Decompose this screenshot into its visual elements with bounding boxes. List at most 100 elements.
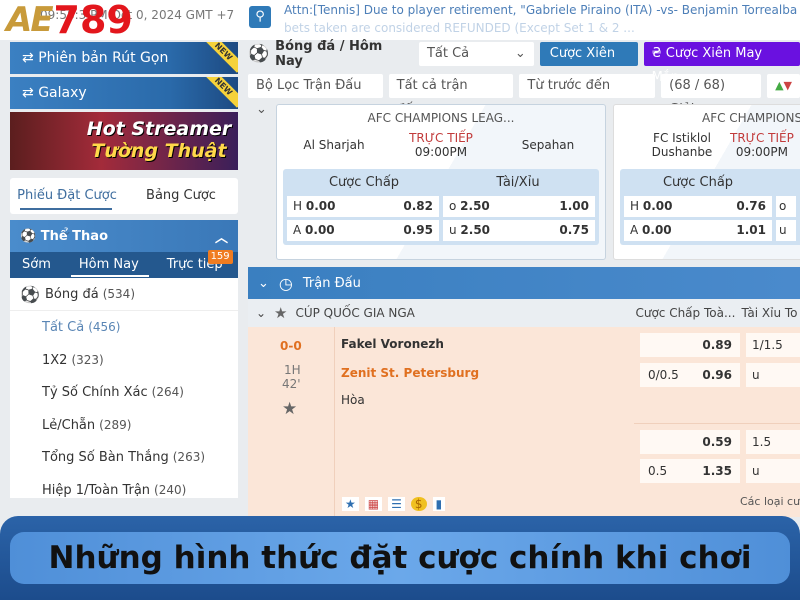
time-filter[interactable]: Từ trước đến nay⌄ bbox=[519, 74, 656, 117]
price: 1.35 bbox=[702, 464, 732, 478]
handicap-header: Cược Chấp bbox=[328, 175, 400, 190]
line: 0.00 bbox=[642, 199, 673, 213]
item-count: (289) bbox=[99, 417, 132, 432]
more-bet-types-link[interactable]: Các loại cược bbox=[740, 495, 800, 508]
select-value: Tất Cả bbox=[426, 46, 470, 61]
tab-early[interactable]: Sớm bbox=[10, 252, 63, 278]
tab-bet-list[interactable]: Bảng Cược bbox=[124, 178, 238, 214]
soccer-ball-icon: ⚽ bbox=[248, 44, 270, 64]
list-icon[interactable]: ☰ bbox=[388, 497, 405, 511]
chevron-down-icon: ⌄ bbox=[258, 275, 269, 291]
sport-soccer[interactable]: ⚽ Bóng đá (534) bbox=[10, 278, 238, 311]
away-team: Zenit St. Petersburg bbox=[341, 366, 480, 380]
odds-cell[interactable]: o bbox=[776, 196, 796, 217]
match-row: 0-0 1H 42' ★ Fakel Voronezh Zenit St. Pe… bbox=[248, 327, 800, 517]
home-team: Fakel Voronezh bbox=[341, 337, 444, 351]
away-team: Sepahan bbox=[521, 138, 575, 152]
odds-cell[interactable]: A 0.00 1.01 bbox=[624, 220, 772, 241]
odds-cell[interactable]: 1/1.5 bbox=[746, 333, 800, 357]
market-item-correct-score[interactable]: Tỷ Số Chính Xác (264) bbox=[10, 376, 238, 409]
odds-cell[interactable]: H 0.00 0.76 bbox=[624, 196, 772, 217]
chevron-up-icon[interactable]: ︿ bbox=[215, 227, 228, 246]
all-matches-filter[interactable]: Tất cả trận đấu⌄ bbox=[388, 74, 514, 117]
odds-cell[interactable]: 0.59 bbox=[640, 430, 740, 454]
sport-label: Bóng đá bbox=[45, 286, 99, 302]
match-period: 1H bbox=[284, 363, 301, 377]
league-count-button[interactable]: (68 / 68) Giải bbox=[661, 74, 762, 117]
select-value: Bộ Lọc Trận Đấu bbox=[256, 78, 362, 93]
sort-icon[interactable]: ▲▼ bbox=[767, 74, 800, 98]
lucky-parlay-button[interactable]: ₴ Cược Xiên May Mắn bbox=[643, 42, 800, 85]
market-item-1x2[interactable]: 1X2 (323) bbox=[10, 344, 238, 377]
odds-cell[interactable]: A 0.00 0.95 bbox=[287, 220, 439, 241]
chevron-down-icon: ⌄ bbox=[514, 46, 526, 61]
handicap-header: Cược Chấp bbox=[662, 175, 734, 190]
match-score: 0-0 bbox=[280, 339, 302, 353]
sports-title: Thể Thao bbox=[40, 228, 109, 244]
odds-cell[interactable]: 0.89 bbox=[640, 333, 740, 357]
promo-galaxy[interactable]: ⇄ Galaxy NEW bbox=[10, 77, 238, 109]
odds-cell[interactable]: 0/0.5 0.96 bbox=[640, 363, 740, 387]
button-label: Cược Xiên bbox=[549, 46, 616, 61]
streamer-line: Tường Thuật bbox=[91, 140, 227, 162]
logo-789: 789 bbox=[53, 0, 133, 42]
odds-cell[interactable]: u bbox=[776, 220, 796, 241]
price: 1.00 bbox=[559, 199, 589, 213]
item-label: Tổng Số Bàn Thắng bbox=[42, 450, 169, 465]
stats-icon[interactable]: ▮ bbox=[432, 497, 446, 511]
promo-label: Phiên bản Rút Gọn bbox=[38, 50, 169, 66]
star-icon[interactable]: ★ bbox=[274, 304, 287, 322]
soccer-ball-icon: ⚽ bbox=[20, 228, 41, 244]
new-badge: NEW bbox=[202, 77, 238, 108]
logo-ae: AE bbox=[6, 0, 54, 40]
new-badge: NEW bbox=[202, 42, 238, 73]
market-select[interactable]: Tất Cả ⌄ bbox=[418, 42, 534, 66]
grid-icon[interactable]: ▦ bbox=[364, 497, 383, 511]
odds-cell[interactable]: H 0.00 0.82 bbox=[287, 196, 439, 217]
cashout-icon[interactable]: $ bbox=[410, 497, 427, 511]
market-item-ht-ft[interactable]: Hiệp 1/Toàn Trận (240) bbox=[10, 474, 238, 507]
odds-cell[interactable]: u bbox=[746, 459, 800, 483]
streamer-line: Hot Streamer bbox=[86, 118, 232, 140]
price: 0.95 bbox=[403, 223, 433, 237]
price: 0.96 bbox=[702, 368, 732, 382]
chevron-down-icon[interactable]: ⌄ bbox=[248, 306, 274, 320]
news-ticker[interactable]: Attn:[Tennis] Due to player retirement, … bbox=[284, 1, 800, 37]
lucky-icon: ₴ bbox=[651, 46, 666, 61]
league-header[interactable]: ⌄ ★ CÚP QUỐC GIA NGA Cược Chấp Toà... Tà… bbox=[248, 299, 800, 327]
line: 0.5 bbox=[648, 464, 668, 478]
match-time: 09:00PM bbox=[735, 145, 788, 159]
featured-match-card[interactable]: AFC CHAMPIONS FC Istiklol Dushanbe TRỰC T… bbox=[613, 104, 800, 260]
featured-match-card[interactable]: AFC CHAMPIONS LEAG... Al Sharjah TRỰC TIẾ… bbox=[276, 104, 606, 260]
hot-streamer-banner[interactable]: Hot Streamer Tường Thuật bbox=[10, 112, 238, 170]
chevron-down-icon: ⌄ bbox=[256, 102, 267, 117]
sidebar: ⇄ Phiên bản Rút Gọn NEW ⇄ Galaxy NEW Hot S… bbox=[10, 42, 238, 498]
odds-cell[interactable]: 1.5 bbox=[746, 430, 800, 454]
price: 1.01 bbox=[736, 223, 766, 237]
favorite-icon[interactable]: ★ bbox=[342, 497, 359, 511]
sports-header[interactable]: ⚽ Thể Thao ︿ bbox=[10, 220, 238, 252]
tab-live[interactable]: Trực tiếp 159 bbox=[155, 250, 235, 278]
odds-cell[interactable]: u 2.50 0.75 bbox=[443, 220, 595, 241]
odds-cell[interactable]: u bbox=[746, 363, 800, 387]
search-icon[interactable]: ⚲ bbox=[249, 6, 271, 28]
market-item-total-goals[interactable]: Tổng Số Bàn Thắng (263) bbox=[10, 441, 238, 474]
item-count: (264) bbox=[151, 385, 184, 399]
match-filter[interactable]: Bộ Lọc Trận Đấu ⌄ bbox=[248, 74, 383, 117]
matches-section-header[interactable]: ⌄ ◷ Trận Đấu bbox=[248, 267, 800, 299]
match-minute: 42' bbox=[282, 377, 301, 391]
swap-icon: ⇄ bbox=[22, 85, 39, 101]
odds-cell[interactable]: 0.5 1.35 bbox=[640, 459, 740, 483]
parlay-button[interactable]: Cược Xiên › bbox=[539, 42, 638, 85]
tab-bet-slip[interactable]: Phiếu Đặt Cược ⌄ bbox=[10, 178, 124, 239]
market-item-all[interactable]: Tất Cả (456) bbox=[10, 311, 238, 344]
line: 2.50 bbox=[460, 223, 491, 237]
sport-time-tabs: Sớm Hôm Nay Trực tiếp 159 bbox=[10, 250, 238, 278]
market-item-odd-even[interactable]: Lẻ/Chẵn (289) bbox=[10, 409, 238, 442]
star-icon[interactable]: ★ bbox=[282, 399, 297, 419]
promo-compact-version[interactable]: ⇄ Phiên bản Rút Gọn NEW bbox=[10, 42, 238, 74]
tab-today[interactable]: Hôm Nay bbox=[63, 252, 155, 278]
league-name: CÚP QUỐC GIA NGA bbox=[295, 306, 415, 320]
odds-cell[interactable]: o 2.50 1.00 bbox=[443, 196, 595, 217]
item-count: (456) bbox=[88, 320, 121, 334]
